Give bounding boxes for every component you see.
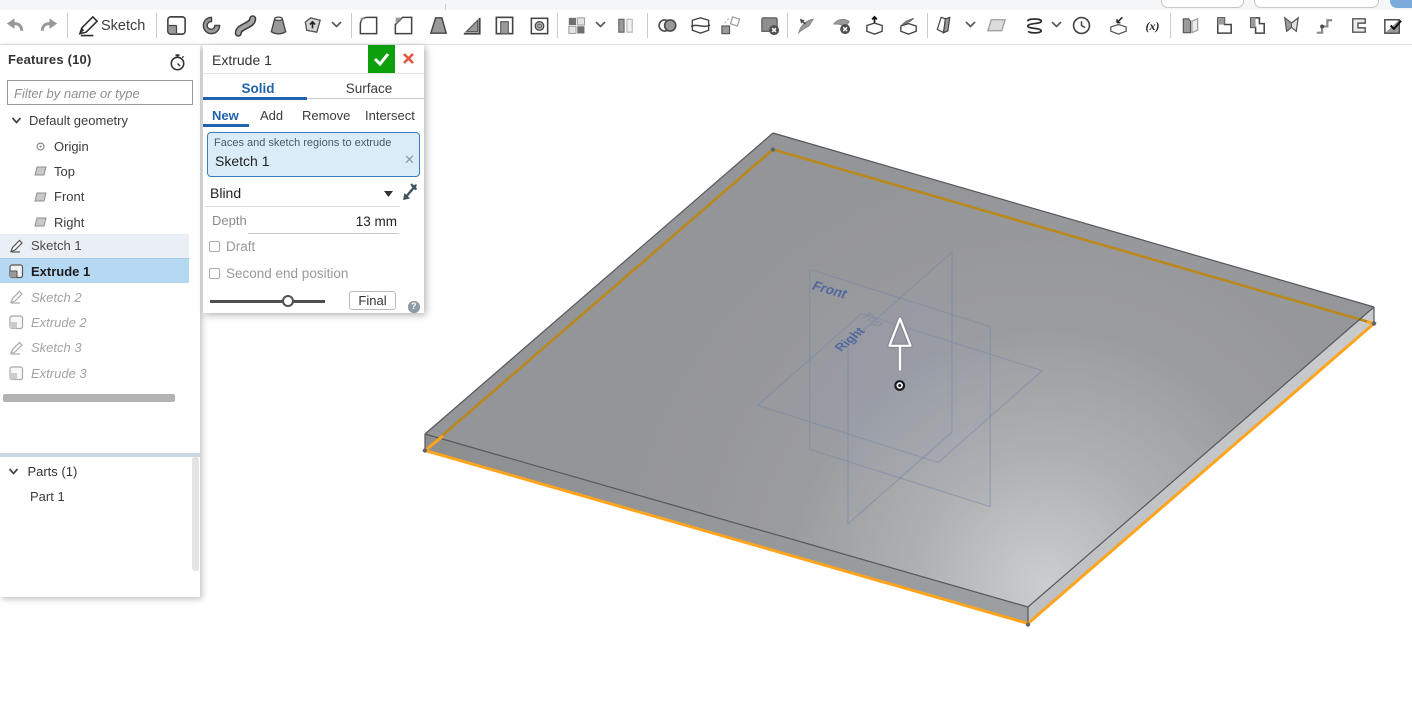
svg-text:(x): (x) xyxy=(1146,19,1160,33)
